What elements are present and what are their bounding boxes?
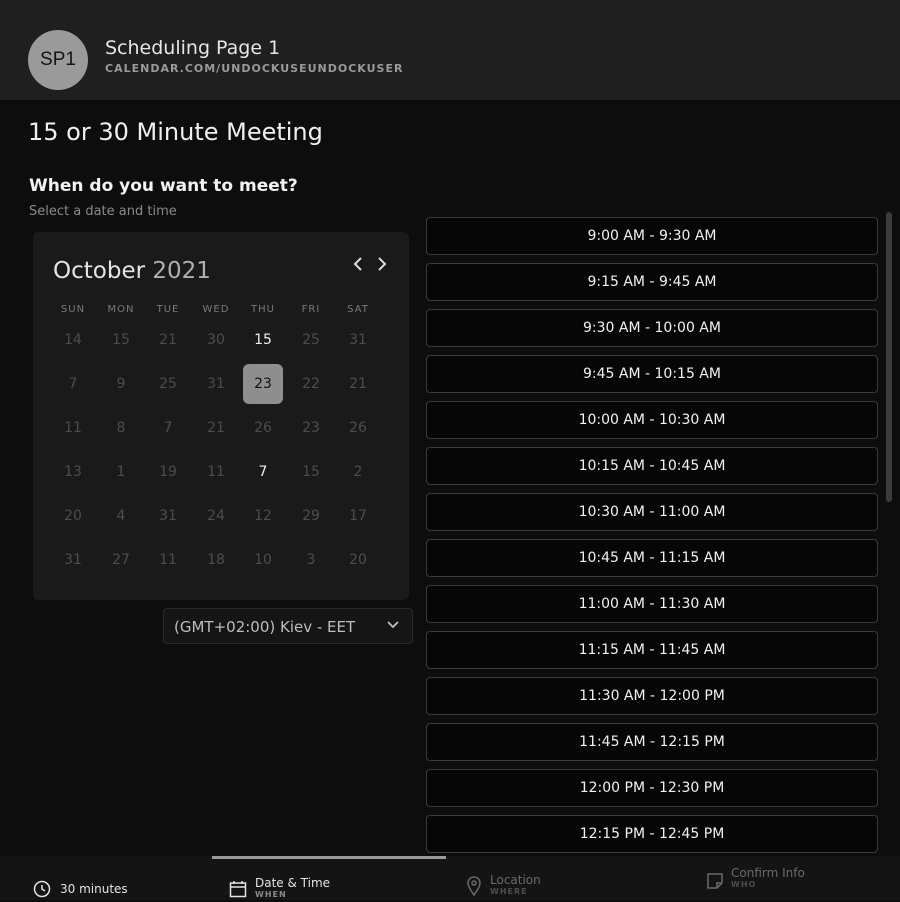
avatar: SP1 — [28, 30, 88, 90]
calendar-day: 11 — [207, 464, 225, 480]
calendar-day: 25 — [159, 376, 177, 392]
step-location[interactable]: Location WHERE — [490, 873, 541, 896]
calendar-day: 4 — [116, 508, 126, 524]
time-slot-button[interactable]: 9:15 AM - 9:45 AM — [426, 263, 878, 301]
step-date-time-sub: WHEN — [255, 890, 287, 899]
booking-steps-footer: 30 minutes Date & Time WHEN Location WHE… — [0, 856, 900, 900]
time-slot-button[interactable]: 9:45 AM - 10:15 AM — [426, 355, 878, 393]
calendar-day: 29 — [302, 508, 320, 524]
calendar-year: 2021 — [152, 258, 211, 284]
calendar-day: 30 — [207, 332, 225, 348]
calendar-day: 1 — [116, 464, 126, 480]
calendar-day: 11 — [159, 552, 177, 568]
time-slot-button[interactable]: 10:00 AM - 10:30 AM — [426, 401, 878, 439]
meet-question-heading: When do you want to meet? — [29, 176, 298, 196]
calendar-day: 8 — [116, 420, 126, 436]
step-date-time-label: Date & Time — [255, 876, 331, 890]
time-slot-button[interactable]: 10:15 AM - 10:45 AM — [426, 447, 878, 485]
page-header: SP1 Scheduling Page 1 CALENDAR.COM/UNDOC… — [0, 0, 900, 100]
calendar-day: 15 — [112, 332, 130, 348]
scheduling-page-url[interactable]: CALENDAR.COM/UNDOCKUSEUNDOCKUSER — [105, 62, 403, 75]
calendar-day: 15 — [302, 464, 320, 480]
step-duration-label: 30 minutes — [60, 882, 128, 896]
timezone-value: (GMT+02:00) Kiev - EET — [174, 618, 356, 636]
time-slot-button[interactable]: 9:30 AM - 10:00 AM — [426, 309, 878, 347]
calendar-day[interactable]: 15 — [243, 320, 283, 360]
timezone-select[interactable]: (GMT+02:00) Kiev - EET — [163, 608, 413, 644]
calendar-day: 3 — [306, 552, 316, 568]
time-slot-button[interactable]: 11:45 AM - 12:15 PM — [426, 723, 878, 761]
time-slot-button[interactable]: 12:00 PM - 12:30 PM — [426, 769, 878, 807]
calendar-month: October — [53, 258, 146, 284]
calendar-day: 26 — [349, 420, 367, 436]
calendar-day: 24 — [207, 508, 225, 524]
calendar-day: 13 — [64, 464, 82, 480]
weekday-label: FRI — [301, 304, 321, 315]
calendar-day: 9 — [116, 376, 126, 392]
step-location-sub: WHERE — [490, 887, 528, 896]
weekday-label: MON — [107, 304, 135, 315]
time-slot-button[interactable]: 11:15 AM - 11:45 AM — [426, 631, 878, 669]
calendar-day: 20 — [349, 552, 367, 568]
time-slot-button[interactable]: 9:00 AM - 9:30 AM — [426, 217, 878, 255]
calendar-month-year: October 2021 — [53, 258, 211, 284]
weekday-label: SAT — [347, 304, 369, 315]
calendar-icon — [229, 880, 247, 902]
calendar-day: 22 — [302, 376, 320, 392]
calendar-day: 21 — [159, 332, 177, 348]
calendar-day: 18 — [207, 552, 225, 568]
step-location-label: Location — [490, 873, 541, 887]
chevron-right-icon[interactable] — [375, 254, 389, 278]
step-progress-bar — [212, 856, 446, 859]
chevron-down-icon — [386, 616, 400, 635]
time-slot-button[interactable]: 10:30 AM - 11:00 AM — [426, 493, 878, 531]
calendar-day: 23 — [302, 420, 320, 436]
calendar-day: 31 — [349, 332, 367, 348]
location-pin-icon — [466, 876, 482, 900]
weekday-label: TUE — [156, 304, 180, 315]
meet-subtitle: Select a date and time — [29, 204, 177, 219]
step-duration: 30 minutes — [60, 882, 128, 896]
time-slot-button[interactable]: 10:45 AM - 11:15 AM — [426, 539, 878, 577]
step-confirm-info-sub: WHO — [731, 880, 757, 889]
calendar-day: 7 — [163, 420, 173, 436]
date-picker-calendar: October 2021 SUN MON TUE WED THU FRI SAT 14 15 2… — [33, 232, 409, 600]
calendar-day: 31 — [207, 376, 225, 392]
time-slot-button[interactable]: 12:15 PM - 12:45 PM — [426, 815, 878, 853]
weekday-label: THU — [251, 304, 275, 315]
step-confirm-info-label: Confirm Info — [731, 866, 805, 880]
time-slot-button[interactable]: 11:30 AM - 12:00 PM — [426, 677, 878, 715]
calendar-day: 31 — [159, 508, 177, 524]
step-date-time[interactable]: Date & Time WHEN — [255, 876, 330, 899]
calendar-day: 21 — [207, 420, 225, 436]
calendar-day: 2 — [353, 464, 363, 480]
note-icon — [706, 872, 724, 894]
calendar-day: 11 — [64, 420, 82, 436]
clock-icon — [33, 880, 51, 902]
scheduling-page-name: Scheduling Page 1 — [105, 37, 281, 59]
calendar-day: 14 — [64, 332, 82, 348]
calendar-day: 17 — [349, 508, 367, 524]
time-slots-scrollbar[interactable] — [886, 212, 892, 502]
calendar-day: 10 — [254, 552, 272, 568]
calendar-day[interactable]: 7 — [243, 452, 283, 492]
meeting-title: 15 or 30 Minute Meeting — [28, 118, 323, 146]
calendar-day: 25 — [302, 332, 320, 348]
calendar-day: 12 — [254, 508, 272, 524]
weekday-label: WED — [202, 304, 230, 315]
calendar-day: 31 — [64, 552, 82, 568]
step-confirm-info[interactable]: Confirm Info WHO — [731, 866, 805, 889]
calendar-day: 19 — [159, 464, 177, 480]
chevron-left-icon[interactable] — [351, 254, 365, 278]
calendar-day: 20 — [64, 508, 82, 524]
time-slot-button[interactable]: 11:00 AM - 11:30 AM — [426, 585, 878, 623]
calendar-day: 21 — [349, 376, 367, 392]
calendar-day: 27 — [112, 552, 130, 568]
calendar-day-selected[interactable]: 23 — [243, 364, 283, 404]
calendar-day: 7 — [68, 376, 78, 392]
weekday-label: SUN — [60, 304, 86, 315]
calendar-day: 26 — [254, 420, 272, 436]
